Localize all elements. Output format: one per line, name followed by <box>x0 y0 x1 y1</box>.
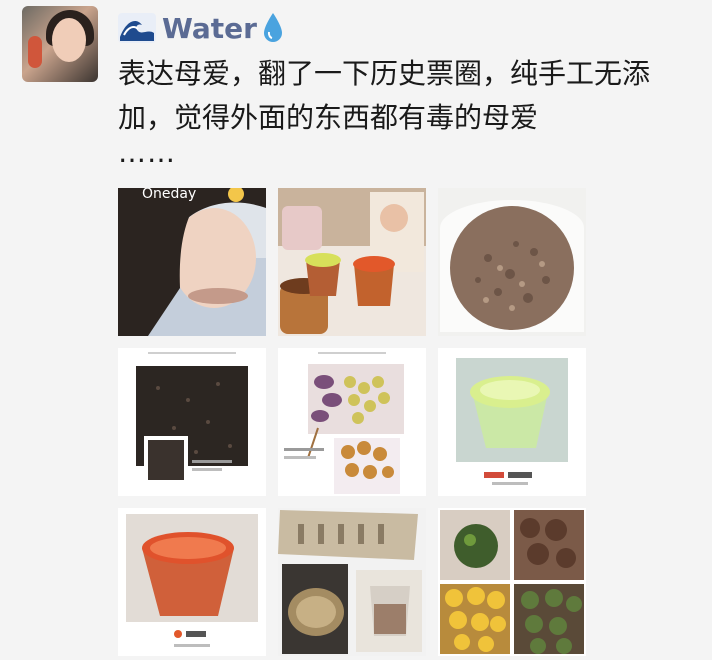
avatar-child <box>28 36 42 68</box>
photo-meat-floss-bowl[interactable] <box>438 188 586 336</box>
avatar[interactable] <box>22 6 98 82</box>
username[interactable]: Water <box>162 12 257 45</box>
photo-orange-cup-puree[interactable] <box>118 508 266 656</box>
avatar-face <box>52 18 86 62</box>
username-row[interactable]: Water <box>118 8 283 48</box>
photo-baby-food-jars[interactable] <box>278 188 426 336</box>
photo-dumplings-collage[interactable] <box>438 508 586 656</box>
photo-selfie[interactable]: Oneday <box>118 188 266 336</box>
photo-overlay-label: Oneday <box>142 188 196 202</box>
post-text-ellipsis: …… <box>118 136 176 169</box>
photo-green-cup[interactable] <box>438 348 586 496</box>
post-text: 表达母爱，翻了一下历史票圈，纯手工无添加，觉得外面的东西都有毒的母爱 <box>118 57 651 134</box>
droplet-icon <box>263 13 282 42</box>
photo-grid: Oneday <box>118 188 586 660</box>
wave-icon <box>118 13 156 43</box>
photo-cooking-collage[interactable] <box>278 508 426 656</box>
photo-black-sesame-powder[interactable] <box>118 348 266 496</box>
photo-baked-snacks[interactable] <box>278 348 426 496</box>
